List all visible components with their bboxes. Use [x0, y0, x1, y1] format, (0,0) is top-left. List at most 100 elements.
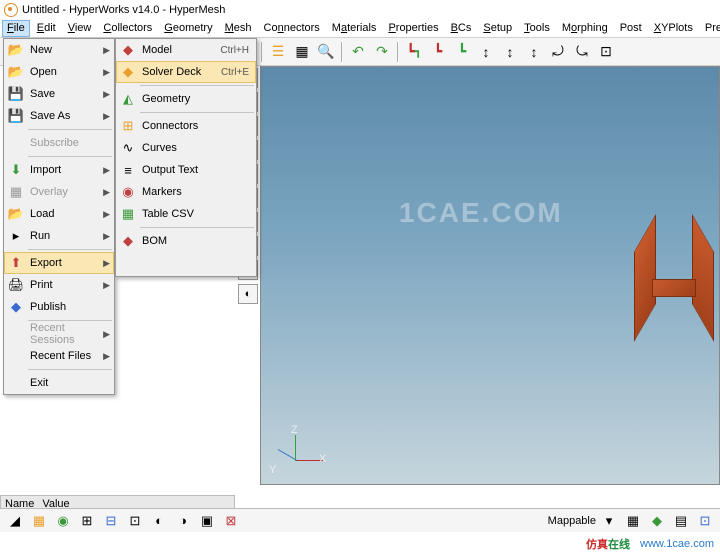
vt-icon[interactable]: ◐: [238, 284, 258, 304]
menu-item-label: BOM: [142, 235, 252, 247]
bt-icon[interactable]: ◆: [646, 511, 668, 531]
menu-item-run[interactable]: ▸Run▶: [4, 225, 114, 247]
menu-item-overlay: ▦Overlay▶: [4, 181, 114, 203]
menu-item-recent-files[interactable]: Recent Files▶: [4, 345, 114, 367]
subscribe-icon: [8, 135, 24, 151]
menu-bcs[interactable]: BCs: [446, 20, 477, 37]
rotate-icon[interactable]: ⤾: [547, 41, 569, 63]
bt-icon[interactable]: ⊞: [76, 511, 98, 531]
bt-icon[interactable]: ◑: [172, 511, 194, 531]
binoculars-icon[interactable]: 🔍: [315, 41, 337, 63]
bottom-toolbar: ◢ ▦ ◉ ⊞ ⊟ ⊡ ◐ ◑ ▣ ⊠ Mappable ▾ ▦ ◆ ▤ ⊡: [0, 508, 720, 532]
submenu-arrow-icon: ▶: [103, 329, 110, 340]
menu-view[interactable]: View: [63, 20, 97, 37]
bt-icon[interactable]: ◢: [4, 511, 26, 531]
mappable-label[interactable]: Mappable: [548, 515, 596, 527]
menu-bar[interactable]: File Edit View Collectors Geometry Mesh …: [0, 20, 720, 38]
menu-item-bom[interactable]: ◆BOM: [116, 230, 256, 252]
watermark: 1CAE.COM: [399, 197, 563, 229]
bt-icon[interactable]: ◐: [148, 511, 170, 531]
menu-xyplots[interactable]: XYPlots: [649, 20, 698, 37]
axis-triad: X Y Z: [269, 416, 329, 476]
menu-item-save-as[interactable]: 💾Save As▶: [4, 105, 114, 127]
grid-icon[interactable]: ▦: [291, 41, 313, 63]
import-icon: ⬇: [8, 162, 24, 178]
menu-item-label: Save: [30, 88, 97, 100]
submenu-arrow-icon: ▶: [103, 67, 110, 78]
menu-item-load[interactable]: 📂Load▶: [4, 203, 114, 225]
menu-edit[interactable]: Edit: [32, 20, 61, 37]
bt-icon[interactable]: ▦: [622, 511, 644, 531]
menu-item-connectors[interactable]: ⊞Connectors: [116, 115, 256, 137]
viewport[interactable]: 1CAE.COM X Y Z: [260, 66, 720, 485]
connectors-icon: ⊞: [120, 118, 136, 134]
menu-morphing[interactable]: Morphing: [557, 20, 613, 37]
separator: [341, 42, 343, 62]
menu-properties[interactable]: Properties: [383, 20, 443, 37]
table csv-icon: ▦: [120, 206, 136, 222]
menu-item-publish[interactable]: ◆Publish: [4, 296, 114, 318]
axis-z-icon[interactable]: ↕: [523, 41, 545, 63]
bt-icon[interactable]: ⊡: [124, 511, 146, 531]
menu-connectors[interactable]: Connectors: [259, 20, 325, 37]
menu-materials[interactable]: Materials: [327, 20, 382, 37]
menu-item-markers[interactable]: ◉Markers: [116, 181, 256, 203]
menu-geometry[interactable]: Geometry: [159, 20, 217, 37]
redo-icon[interactable]: ↷: [371, 41, 393, 63]
bt-icon[interactable]: ⊠: [220, 511, 242, 531]
menu-item-label: Geometry: [142, 93, 252, 105]
menu-item-label: Table CSV: [142, 208, 252, 220]
menu-item-export[interactable]: ⬆Export▶: [4, 252, 114, 274]
axis-xy-icon[interactable]: ┗┓: [403, 41, 425, 63]
submenu-arrow-icon: ▶: [103, 280, 110, 291]
menu-item-output-text[interactable]: ≡Output Text: [116, 159, 256, 181]
undo-icon[interactable]: ↶: [347, 41, 369, 63]
bt-icon[interactable]: ▣: [196, 511, 218, 531]
solver deck-icon: ◆: [120, 64, 136, 80]
menu-item-solver-deck[interactable]: ◆Solver DeckCtrl+E: [116, 61, 256, 83]
menu-item-curves[interactable]: ∿Curves: [116, 137, 256, 159]
menu-setup[interactable]: Setup: [478, 20, 517, 37]
menu-collectors[interactable]: Collectors: [98, 20, 157, 37]
bt-icon[interactable]: ▦: [28, 511, 50, 531]
bt-icon[interactable]: ▤: [670, 511, 692, 531]
curves-icon: ∿: [120, 140, 136, 156]
fit-icon[interactable]: ⊡: [595, 41, 617, 63]
menu-item-exit[interactable]: Exit: [4, 372, 114, 394]
menu-tools[interactable]: Tools: [519, 20, 555, 37]
menu-preferences[interactable]: Preferences: [700, 20, 720, 37]
new-icon: 📂: [8, 42, 24, 58]
tree-icon[interactable]: ☰: [267, 41, 289, 63]
bt-icon[interactable]: ⊟: [100, 511, 122, 531]
menu-mesh[interactable]: Mesh: [220, 20, 257, 37]
axis-yz-icon[interactable]: ┗: [451, 41, 473, 63]
menu-item-label: Print: [30, 279, 97, 291]
menu-item-open[interactable]: 📂Open▶: [4, 61, 114, 83]
menu-item-print[interactable]: 🖨Print▶: [4, 274, 114, 296]
load-icon: 📂: [8, 206, 24, 222]
menu-item-label: Recent Sessions: [30, 322, 97, 346]
menu-item-geometry[interactable]: ◭Geometry: [116, 88, 256, 110]
menu-item-new[interactable]: 📂New▶: [4, 39, 114, 61]
menu-item-label: Overlay: [30, 186, 97, 198]
axis-x-label: X: [319, 453, 326, 465]
menu-item-import[interactable]: ⬇Import▶: [4, 159, 114, 181]
menu-item-save[interactable]: 💾Save▶: [4, 83, 114, 105]
rotate2-icon[interactable]: ⤿: [571, 41, 593, 63]
menu-post[interactable]: Post: [615, 20, 647, 37]
menu-item-model[interactable]: ◆ModelCtrl+H: [116, 39, 256, 61]
axis-y-icon[interactable]: ↕: [499, 41, 521, 63]
axis-xz-icon[interactable]: ┗: [427, 41, 449, 63]
menu-item-label: Publish: [30, 301, 110, 313]
axis-x-icon[interactable]: ↕: [475, 41, 497, 63]
menu-item-table-csv[interactable]: ▦ Table CSV: [116, 203, 256, 225]
menu-file[interactable]: File: [2, 20, 30, 37]
recent sessions-icon: [8, 326, 24, 342]
axis-y-label: Y: [269, 464, 276, 476]
save as-icon: 💾: [8, 108, 24, 124]
chevron-down-icon[interactable]: ▾: [598, 511, 620, 531]
menu-item-label: Load: [30, 208, 97, 220]
menu-item-label: Run: [30, 230, 97, 242]
bt-icon[interactable]: ◉: [52, 511, 74, 531]
bt-icon[interactable]: ⊡: [694, 511, 716, 531]
